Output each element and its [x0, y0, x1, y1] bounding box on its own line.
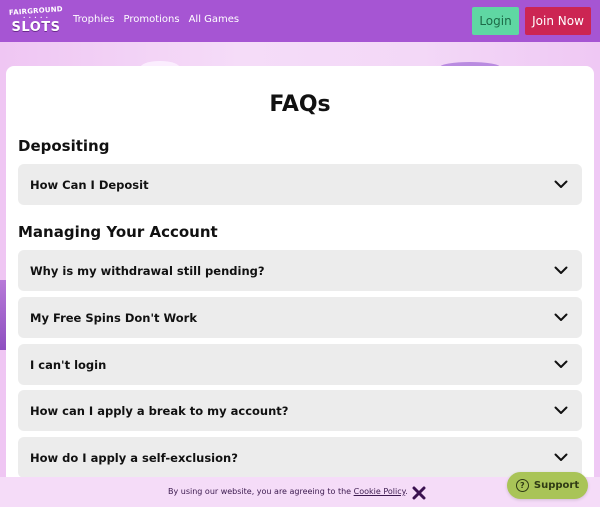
- section-title-managing-account: Managing Your Account: [18, 223, 218, 241]
- fairground-slots-logo[interactable]: FAIRGROUND • • • • • SLOTS: [9, 5, 63, 35]
- cookie-policy-link[interactable]: Cookie Policy: [354, 487, 406, 496]
- faq-item[interactable]: Why is my withdrawal still pending?: [18, 250, 582, 291]
- faq-item[interactable]: How can I apply a break to my account?: [18, 390, 582, 431]
- faq-question: How can I apply a break to my account?: [30, 403, 289, 418]
- faq-question: My Free Spins Don't Work: [30, 310, 197, 325]
- faq-item[interactable]: I can't login: [18, 344, 582, 385]
- nav-link-all-games[interactable]: All Games: [189, 14, 240, 25]
- faq-question: I can't login: [30, 357, 107, 372]
- logo-text-bottom: SLOTS: [11, 20, 61, 35]
- top-navigation-bar: FAIRGROUND • • • • • SLOTS Trophies Prom…: [0, 0, 600, 42]
- cookie-text: By using our website, you are agreeing t…: [168, 487, 354, 496]
- support-button[interactable]: ? Support: [507, 472, 588, 499]
- section-title-depositing: Depositing: [18, 137, 110, 155]
- faq-card: FAQs Depositing How Can I Deposit Managi…: [6, 66, 594, 507]
- faq-question: Why is my withdrawal still pending?: [30, 263, 265, 278]
- chevron-down-icon[interactable]: [554, 358, 568, 372]
- page-title: FAQs: [269, 92, 331, 117]
- faq-item[interactable]: My Free Spins Don't Work: [18, 297, 582, 338]
- nav-link-promotions[interactable]: Promotions: [123, 14, 179, 25]
- join-now-button[interactable]: Join Now: [525, 7, 591, 35]
- close-icon[interactable]: [412, 485, 426, 500]
- faq-question: How Can I Deposit: [30, 177, 149, 192]
- chevron-down-icon[interactable]: [554, 311, 568, 325]
- faq-item[interactable]: How do I apply a self-exclusion?: [18, 437, 582, 478]
- cookie-suffix: .: [405, 487, 408, 496]
- login-button[interactable]: Login: [472, 7, 519, 35]
- chevron-down-icon[interactable]: [554, 178, 568, 192]
- main-nav: Trophies Promotions All Games: [73, 14, 239, 25]
- chevron-down-icon[interactable]: [554, 451, 568, 465]
- chevron-down-icon[interactable]: [554, 404, 568, 418]
- chevron-down-icon[interactable]: [554, 264, 568, 278]
- support-label: Support: [533, 480, 580, 491]
- cookie-message: By using our website, you are agreeing t…: [168, 487, 408, 496]
- help-circle-icon: ?: [515, 479, 529, 492]
- nav-link-trophies[interactable]: Trophies: [73, 14, 114, 25]
- faq-item[interactable]: How Can I Deposit: [18, 164, 582, 205]
- faq-question: How do I apply a self-exclusion?: [30, 450, 238, 465]
